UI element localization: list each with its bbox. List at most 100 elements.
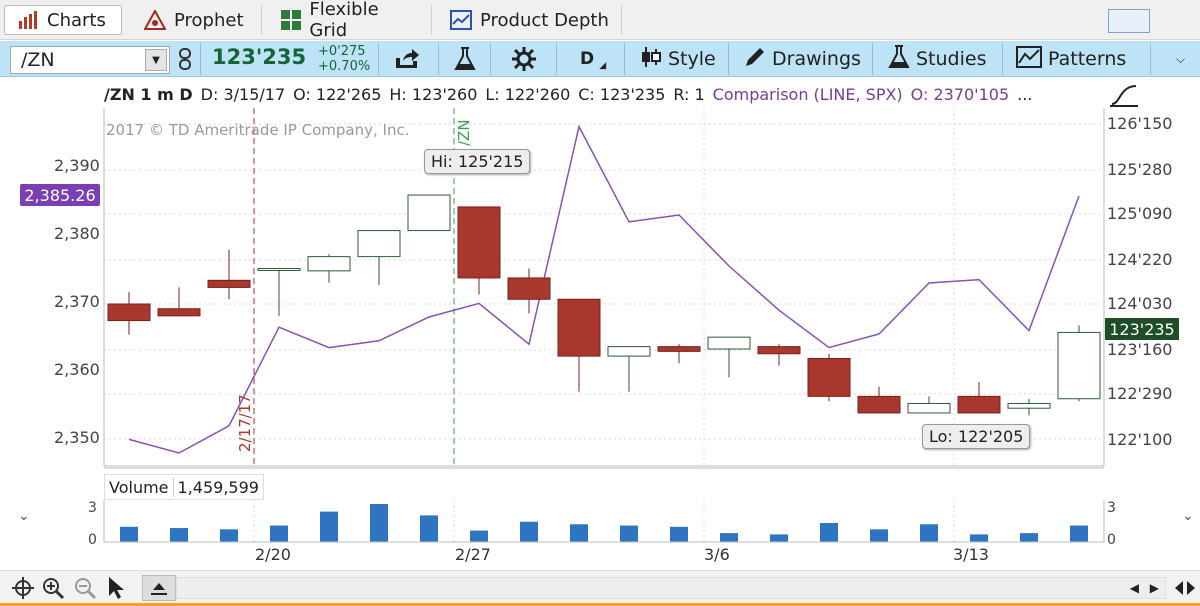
- volume-bar: [170, 528, 188, 542]
- aggregation-dropdown[interactable]: D ◢: [580, 45, 606, 73]
- zoom-out-icon[interactable]: [72, 575, 98, 601]
- tab-flexible-grid[interactable]: Flexible Grid: [268, 0, 432, 41]
- status-range: R: 1: [673, 84, 705, 104]
- volume-bar: [620, 525, 638, 542]
- studies-label: Studies: [916, 48, 987, 70]
- candle-body: [657, 346, 701, 352]
- style-label: Style: [668, 48, 716, 70]
- chevron-down-icon[interactable]: ▼: [145, 49, 167, 71]
- volume-bar: [920, 524, 938, 542]
- symbol-marker-label: /ZN: [455, 119, 473, 146]
- right-axis-tick: 122'100: [1107, 430, 1173, 449]
- candle-body: [107, 303, 151, 322]
- drawings-menu[interactable]: Drawings: [744, 45, 861, 73]
- link-icon[interactable]: [178, 45, 192, 73]
- volume-axis-tick: 0: [1107, 532, 1116, 548]
- candle-body: [307, 256, 351, 272]
- right-axis-tick: 124'030: [1107, 294, 1173, 313]
- gear-icon[interactable]: [512, 45, 536, 73]
- chart-toolbar: /ZN ▼ 123'235 +0'275 +0.70% D ◢ Style Dr…: [0, 41, 1200, 77]
- horizontal-scrollbar[interactable]: ◀ ▶: [176, 577, 1166, 599]
- zoom-in-icon[interactable]: [40, 575, 66, 601]
- flask-icon: [888, 44, 910, 74]
- share-icon[interactable]: [394, 45, 420, 73]
- status-symbol: /ZN 1 m D: [104, 84, 193, 104]
- status-high: H: 123'260: [389, 84, 478, 104]
- grid-icon: [280, 9, 301, 31]
- volume-bar: [1070, 525, 1088, 542]
- candle-body: [607, 346, 651, 357]
- style-menu[interactable]: Style: [640, 45, 716, 73]
- collapse-chevron-icon[interactable]: ⌄: [18, 508, 30, 524]
- candle-body: [507, 277, 551, 300]
- volume-bar: [120, 526, 138, 542]
- x-axis-label: 3/13: [953, 545, 989, 564]
- aggregation-value: D: [580, 49, 595, 69]
- tab-label: Prophet: [174, 9, 244, 31]
- right-axis-tick: 123'160: [1107, 340, 1173, 359]
- chart-canvas[interactable]: [0, 78, 1200, 578]
- right-axis-tick: 124'220: [1107, 250, 1173, 269]
- collapse-chevron-icon[interactable]: ⌄: [1182, 508, 1194, 524]
- flask-icon[interactable]: [454, 45, 476, 73]
- chart-curve-icon[interactable]: [1110, 82, 1138, 108]
- candle-body: [357, 230, 401, 258]
- status-open: O: 122'265: [293, 84, 382, 104]
- crosshair-icon[interactable]: [10, 575, 36, 601]
- bottom-toolbar: ◀ ▶: [0, 570, 1200, 606]
- tab-charts[interactable]: Charts: [4, 5, 122, 35]
- candle-body: [157, 308, 201, 317]
- candlestick-icon: [640, 46, 662, 73]
- patterns-menu[interactable]: Patterns: [1016, 45, 1126, 73]
- window-layout-button[interactable]: [1108, 9, 1150, 33]
- volume-bar: [1020, 533, 1038, 542]
- volume-bar: [520, 521, 538, 542]
- volume-bar: [870, 529, 888, 542]
- status-comparison[interactable]: Comparison (LINE, SPX): [713, 85, 903, 104]
- low-callout: Lo: 122'205: [922, 424, 1031, 449]
- candle-body: [857, 395, 901, 414]
- tab-prophet[interactable]: Prophet: [132, 5, 262, 35]
- right-axis-tick: 126'150: [1107, 114, 1173, 133]
- divider: [1150, 43, 1151, 75]
- cursor-arrow-icon[interactable]: [104, 575, 130, 601]
- divider: [1002, 43, 1003, 75]
- right-axis-tick: 122'290: [1107, 384, 1173, 403]
- volume-axis-tick: 3: [1107, 500, 1116, 516]
- change-absolute: +0'275: [318, 44, 366, 59]
- volume-bar: [270, 525, 288, 542]
- symbol-input[interactable]: /ZN ▼: [10, 46, 170, 74]
- candle-body: [257, 267, 301, 271]
- right-axis-tick: 125'090: [1107, 204, 1173, 223]
- change-percent: +0.70%: [318, 59, 371, 74]
- volume-bar: [720, 533, 738, 542]
- eye-pyramid-icon: [144, 9, 166, 31]
- studies-menu[interactable]: Studies: [888, 44, 987, 74]
- candle-body: [1007, 402, 1051, 409]
- tab-label: Flexible Grid: [309, 0, 379, 41]
- zoom-slider-icon[interactable]: [1172, 575, 1198, 601]
- status-more[interactable]: ...: [1017, 85, 1032, 104]
- symbol-value: /ZN: [21, 49, 55, 71]
- divider: [200, 43, 201, 75]
- scroll-left-icon[interactable]: ◀: [1130, 581, 1139, 595]
- volume-bar: [420, 515, 438, 542]
- expand-panel-icon[interactable]: [142, 575, 176, 601]
- comparison-price-label: 2,385.26: [20, 184, 100, 206]
- tab-product-depth[interactable]: Product Depth: [438, 5, 622, 35]
- x-axis-label: 3/6: [704, 545, 730, 564]
- volume-header: Volume 1,459,599: [104, 474, 264, 500]
- candle-body: [1057, 331, 1101, 400]
- volume-axis-tick: 0: [88, 532, 97, 548]
- patterns-label: Patterns: [1048, 48, 1127, 70]
- left-axis-tick: 2,360: [54, 360, 100, 379]
- date-marker-label: 2/17/17: [236, 394, 254, 452]
- scroll-right-icon[interactable]: ▶: [1150, 581, 1159, 595]
- candle-body: [457, 206, 501, 279]
- divider: [872, 43, 873, 75]
- chevron-down-icon[interactable]: ⌵: [1176, 45, 1185, 73]
- volume-bar: [370, 504, 388, 542]
- drawings-label: Drawings: [772, 48, 861, 70]
- left-axis-tick: 2,380: [54, 224, 100, 243]
- volume-axis-tick: 3: [88, 500, 97, 516]
